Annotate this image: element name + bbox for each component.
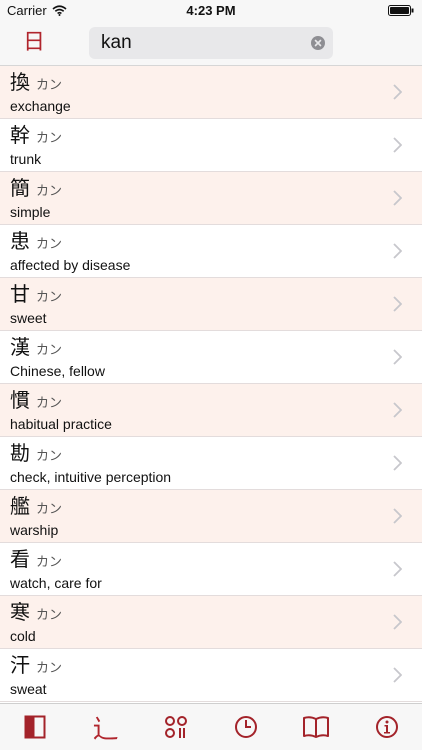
chevron-right-icon — [393, 349, 402, 365]
chevron-right-icon — [393, 508, 402, 524]
kanji-char: 簡 — [10, 176, 30, 200]
tab-study-lists[interactable] — [281, 704, 351, 750]
kanji-char: 勘 — [10, 441, 30, 465]
kanji-char: 換 — [10, 70, 30, 94]
list-item[interactable]: 慣 カン habitual practice — [0, 384, 422, 437]
kanji-char: 汗 — [10, 653, 30, 677]
kanji-reading: カン — [36, 396, 63, 411]
search-field[interactable] — [89, 27, 333, 59]
kanji-reading: カン — [36, 290, 63, 305]
kanji-char: 幹 — [10, 123, 30, 147]
kanji-meaning: check, intuitive perception — [10, 469, 172, 485]
kanji-meaning: warship — [10, 522, 59, 538]
search-header: 日 — [0, 22, 422, 66]
kanji-reading: カン — [36, 237, 63, 252]
kanji-reading: カン — [36, 343, 63, 358]
chevron-right-icon — [393, 561, 402, 577]
radical-icon: 辶 — [92, 714, 119, 745]
list-item[interactable]: 寒 カン cold — [0, 596, 422, 649]
kanji-meaning: cold — [10, 628, 36, 644]
kanji-reading: カン — [36, 449, 63, 464]
kanji-char: 艦 — [10, 494, 30, 518]
chevron-right-icon — [393, 137, 402, 153]
chevron-right-icon — [393, 667, 402, 683]
chevron-right-icon — [393, 190, 402, 206]
kanji-reading: カン — [36, 184, 63, 199]
kanji-mode-button[interactable]: 日 — [14, 28, 54, 58]
tab-info[interactable] — [352, 704, 422, 750]
kanji-meaning: affected by disease — [10, 257, 131, 273]
status-bar: Carrier 4:23 PM — [0, 0, 422, 22]
chevron-right-icon — [393, 243, 402, 259]
kanji-char: 漢 — [10, 335, 30, 359]
kanji-meaning: sweat — [10, 681, 47, 697]
tab-split-view[interactable] — [0, 704, 70, 750]
list-item[interactable]: 看 カン watch, care for — [0, 543, 422, 596]
search-input[interactable] — [101, 27, 301, 59]
results-list: 換 カン exchange 幹 カン trunk 簡 カン simple 患 カ… — [0, 66, 422, 702]
tab-history[interactable] — [211, 704, 281, 750]
tab-radicals[interactable]: 辶 — [70, 704, 140, 750]
kanji-char: 甘 — [10, 282, 30, 306]
kanji-reading: カン — [36, 131, 63, 146]
kanji-char: 慣 — [10, 388, 30, 412]
clear-icon[interactable] — [311, 36, 325, 50]
components-icon — [164, 716, 187, 738]
battery-icon — [388, 5, 414, 16]
kanji-meaning: sweet — [10, 310, 47, 326]
chevron-right-icon — [393, 455, 402, 471]
kanji-reading: カン — [36, 661, 63, 676]
list-item[interactable]: 艦 カン warship — [0, 490, 422, 543]
kanji-reading: カン — [36, 78, 63, 93]
chevron-right-icon — [393, 614, 402, 630]
kanji-reading: カン — [36, 502, 63, 517]
status-time: 4:23 PM — [186, 3, 236, 18]
kanji-meaning: Chinese, fellow — [10, 363, 105, 379]
info-icon — [375, 716, 398, 738]
chevron-right-icon — [393, 402, 402, 418]
kanji-meaning: simple — [10, 204, 51, 220]
list-item[interactable]: 甘 カン sweet — [0, 278, 422, 331]
kanji-char: 看 — [10, 547, 30, 571]
kanji-reading: カン — [36, 608, 63, 623]
list-item[interactable]: 簡 カン simple — [0, 172, 422, 225]
kanji-meaning: trunk — [10, 151, 42, 167]
list-item[interactable]: 勘 カン check, intuitive perception — [0, 437, 422, 490]
kanji-meaning: watch, care for — [10, 575, 102, 591]
clock-icon — [235, 716, 258, 738]
kanji-char: 寒 — [10, 600, 30, 624]
list-item[interactable]: 汗 カン sweat — [0, 649, 422, 702]
split-panel-icon — [24, 715, 46, 739]
list-item[interactable]: 幹 カン trunk — [0, 119, 422, 172]
chevron-right-icon — [393, 84, 402, 100]
tab-components[interactable] — [141, 704, 211, 750]
list-item[interactable]: 漢 カン Chinese, fellow — [0, 331, 422, 384]
kanji-meaning: exchange — [10, 98, 71, 114]
book-icon — [303, 716, 330, 738]
kanji-char: 患 — [10, 229, 30, 253]
tab-bar: 辶 — [0, 703, 422, 750]
kanji-meaning: habitual practice — [10, 416, 112, 432]
list-item[interactable]: 患 カン affected by disease — [0, 225, 422, 278]
chevron-right-icon — [393, 296, 402, 312]
list-item[interactable]: 換 カン exchange — [0, 66, 422, 119]
kanji-reading: カン — [36, 555, 63, 570]
